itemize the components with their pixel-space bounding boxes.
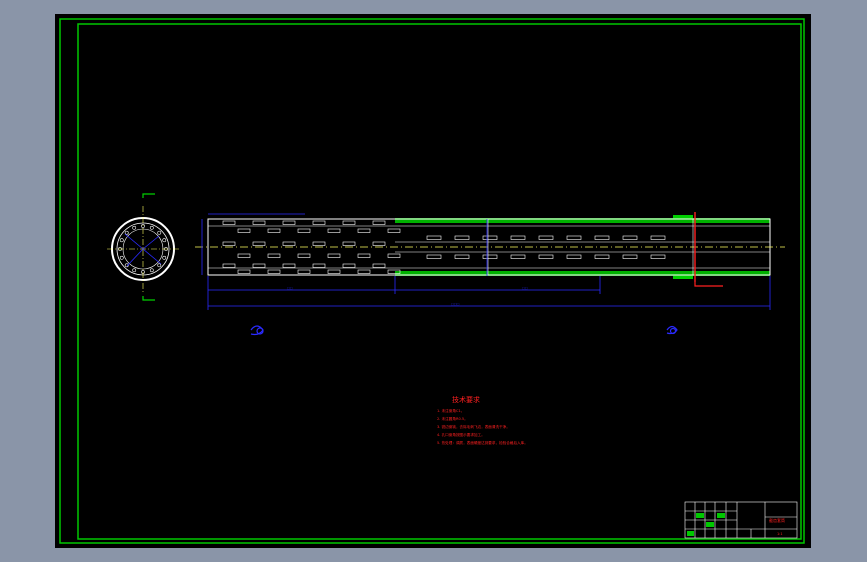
slot-hole xyxy=(357,228,371,233)
slot-hole xyxy=(510,235,526,240)
slot-hole xyxy=(387,228,401,233)
bolt-hole xyxy=(157,230,162,235)
bolt-hole xyxy=(149,268,154,273)
drawing-sheet: □□ □□ □□□ 技术要求 1. 未注倒角C1。 2. 未注圆角R0.5。 3… xyxy=(55,14,811,548)
bolt-hole xyxy=(162,238,167,243)
slot-hole xyxy=(566,254,582,259)
slot-hole xyxy=(454,235,470,240)
slot-hole xyxy=(650,235,666,240)
outer-frame xyxy=(59,18,805,544)
bolt-hole xyxy=(162,255,167,260)
slot-hole xyxy=(312,263,326,268)
slot-hole xyxy=(252,241,266,246)
slot-hole xyxy=(454,254,470,259)
slot-hole xyxy=(594,235,610,240)
slot-hole xyxy=(222,220,236,225)
note-line: 2. 未注圆角R0.5。 xyxy=(437,416,468,421)
slot-hole xyxy=(426,235,442,240)
slot-hole xyxy=(312,241,326,246)
slot-hole xyxy=(282,241,296,246)
slot-hole xyxy=(297,253,311,258)
slot-hole xyxy=(482,235,498,240)
slot-hole xyxy=(222,241,236,246)
slot-hole xyxy=(622,235,638,240)
slot-hole xyxy=(267,253,281,258)
bolt-hole xyxy=(124,230,129,235)
slot-hole xyxy=(510,254,526,259)
title-block-hatch xyxy=(687,513,725,536)
slot-hole xyxy=(357,253,371,258)
technical-notes: 技术要求 1. 未注倒角C1。 2. 未注圆角R0.5。 3. 锐边倒钝，去除毛… xyxy=(437,395,528,445)
slot-hole xyxy=(342,263,356,268)
bolt-hole xyxy=(132,268,137,273)
slot-hole xyxy=(622,254,638,259)
svg-text:□□: □□ xyxy=(522,286,528,290)
slot-hole xyxy=(237,253,251,258)
slot-hole xyxy=(297,269,311,274)
slot-hole xyxy=(342,241,356,246)
bolt-hole xyxy=(149,225,154,230)
slot-hole xyxy=(297,228,311,233)
note-line: 1. 未注倒角C1。 xyxy=(437,408,464,413)
slot-hole xyxy=(538,235,554,240)
slot-hole xyxy=(372,241,386,246)
slot-hole xyxy=(372,220,386,225)
slot-hole xyxy=(538,254,554,259)
slot-hole xyxy=(282,220,296,225)
main-section-view: □□ □□ □□□ xyxy=(195,212,785,310)
slot-hole xyxy=(327,269,341,274)
slot-hole xyxy=(252,220,266,225)
slot-hole xyxy=(267,228,281,233)
note-line: 3. 锐边倒钝，去除毛刺飞边，表面清洗干净。 xyxy=(437,424,510,429)
slot-hole xyxy=(482,254,498,259)
slot-hole xyxy=(327,253,341,258)
bolt-hole xyxy=(119,255,124,260)
section-symbol-right xyxy=(666,325,678,335)
bolt-hole xyxy=(119,238,124,243)
slot-hole xyxy=(357,269,371,274)
slot-hole xyxy=(594,254,610,259)
notes-heading: 技术要求 xyxy=(452,395,480,404)
svg-text:□□: □□ xyxy=(287,286,293,290)
slot-hole xyxy=(267,269,281,274)
slot-hole xyxy=(650,254,666,259)
end-view xyxy=(107,193,179,301)
slot-hole xyxy=(342,220,356,225)
slot-hole xyxy=(426,254,442,259)
slot-hole xyxy=(282,263,296,268)
slot-hole xyxy=(237,228,251,233)
bolt-hole xyxy=(157,263,162,268)
note-line: 5. 热处理：调质，表面硬度达到要求，检验合格后入库。 xyxy=(437,440,528,445)
slot-hole xyxy=(222,263,236,268)
slot-hole xyxy=(372,263,386,268)
section-symbol-left xyxy=(250,325,264,336)
slot-hole xyxy=(327,228,341,233)
cad-drawing: □□ □□ □□□ 技术要求 1. 未注倒角C1。 2. 未注圆角R0.5。 3… xyxy=(59,18,805,544)
scale-label: 1:1 xyxy=(777,532,783,536)
slot-hole xyxy=(312,220,326,225)
part-name: 截齿套筒 xyxy=(769,517,785,523)
slot-hole xyxy=(252,263,266,268)
inner-frame xyxy=(77,23,802,540)
slot-hole xyxy=(387,253,401,258)
note-line: 4. 孔口倒角按图示要求加工。 xyxy=(437,432,485,437)
svg-text:□□□: □□□ xyxy=(451,302,460,306)
slot-hole xyxy=(566,235,582,240)
bolt-hole xyxy=(132,225,137,230)
slot-hole xyxy=(237,269,251,274)
